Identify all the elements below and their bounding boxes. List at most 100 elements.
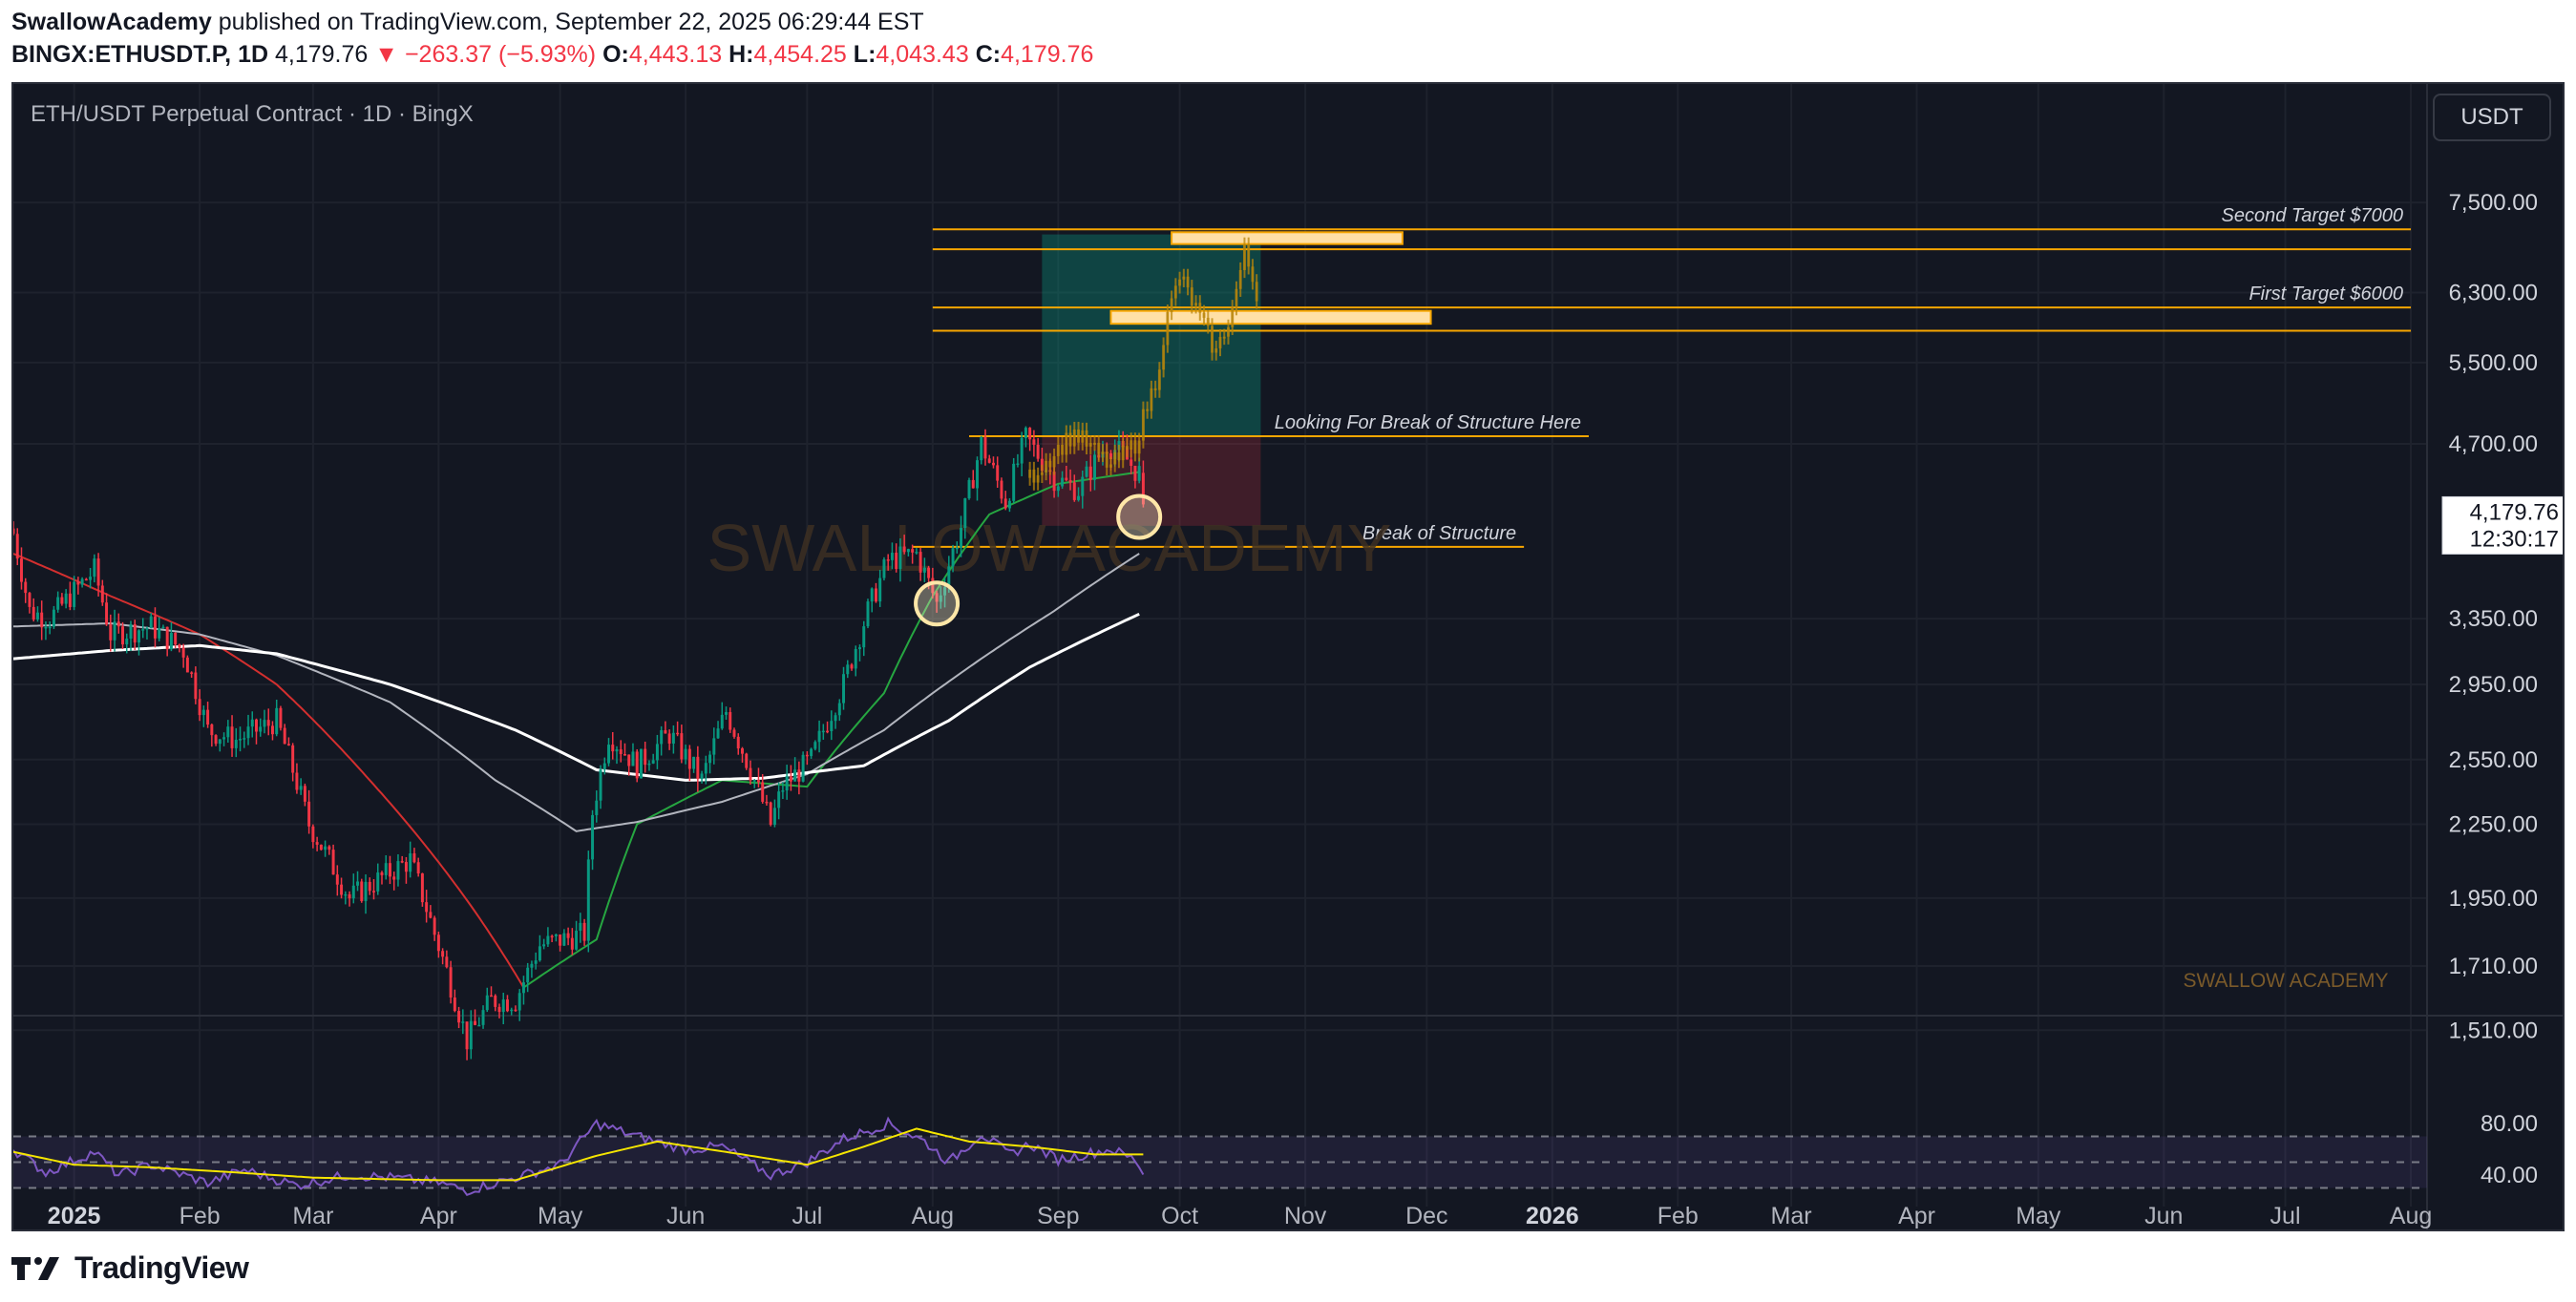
candle-body	[376, 872, 380, 892]
last-price: 4,179.76	[274, 41, 369, 68]
candle-body	[360, 881, 364, 901]
candle-body	[741, 748, 744, 754]
candle-body	[1088, 466, 1092, 480]
projection-bar	[1117, 452, 1121, 461]
candle-body	[396, 861, 400, 880]
candle-body	[599, 769, 602, 801]
highlight-circle	[914, 580, 961, 627]
candle-body	[510, 1009, 514, 1012]
candle-body	[960, 528, 963, 548]
candle-body	[570, 937, 574, 950]
projection-bar	[1125, 445, 1129, 450]
moving-average-line	[13, 612, 1140, 782]
projection-bar	[1088, 443, 1092, 447]
candle-body	[335, 874, 339, 885]
projection-bar	[1226, 326, 1230, 337]
price-tick-label: 5,500.00	[2449, 350, 2538, 376]
candle-body	[514, 1009, 517, 1012]
candle-body	[692, 756, 696, 769]
time-tick-label: Jun	[2144, 1203, 2183, 1229]
candle-body	[327, 846, 331, 850]
candle-body	[595, 800, 599, 815]
candle-body	[821, 730, 825, 733]
candle-body	[13, 528, 15, 535]
projection-bar	[1097, 442, 1101, 454]
projection-bar	[1251, 266, 1255, 283]
candle-body	[521, 982, 525, 994]
candle-body	[696, 756, 700, 780]
symbol-label: BINGX:ETHUSDT.P, 1D	[11, 41, 269, 68]
projection-bar	[1137, 440, 1141, 454]
candle-body	[165, 626, 169, 650]
candle-body	[497, 1006, 501, 1013]
candle-body	[412, 853, 416, 863]
candle-body	[752, 780, 756, 782]
candle-body	[660, 730, 664, 745]
rsi-layer	[13, 1116, 2427, 1196]
candle-body	[185, 657, 189, 673]
candle-body	[772, 808, 776, 825]
tradingview-footer[interactable]: TradingView	[11, 1250, 249, 1285]
candle-body	[830, 721, 834, 732]
projection-bar	[1202, 312, 1206, 318]
candle-body	[805, 754, 809, 757]
projection-bar	[1141, 409, 1145, 441]
chart-header: SwallowAcademy published on TradingView.…	[11, 6, 1093, 71]
candle-body	[1068, 479, 1072, 483]
candle-body	[364, 881, 368, 901]
candle-body	[319, 844, 323, 850]
candle-body	[810, 748, 813, 757]
candle-body	[129, 624, 133, 639]
candle-body	[145, 627, 149, 630]
candle-body	[627, 754, 631, 766]
candle-body	[898, 546, 902, 570]
candle-body	[902, 546, 906, 553]
candle-body	[575, 931, 579, 950]
candle-body	[250, 719, 254, 727]
candle-body	[1072, 482, 1076, 500]
candle-body	[765, 801, 769, 804]
candle-body	[469, 1020, 473, 1050]
candle-body	[246, 726, 250, 739]
candle-body	[295, 772, 299, 790]
time-tick-label: Oct	[1161, 1203, 1198, 1229]
projection-bar	[1211, 326, 1214, 353]
candle-body	[109, 624, 113, 640]
candle-body	[789, 776, 792, 782]
candle-body	[263, 720, 266, 727]
candle-body	[453, 998, 456, 1012]
candle-body	[133, 624, 137, 643]
candle-body	[1061, 477, 1065, 487]
candle-body	[158, 628, 161, 639]
candle-body	[846, 664, 850, 675]
candle-body	[24, 581, 28, 594]
chart-panel[interactable]: Second Target $7000 First Target $6000 Loo…	[11, 82, 2565, 1231]
candle-body	[704, 763, 707, 774]
candle-body	[611, 745, 615, 752]
time-tick-label: Aug	[2390, 1203, 2432, 1229]
projection-bar	[1068, 432, 1072, 447]
currency-button[interactable]: USDT	[2433, 94, 2551, 141]
close-label: C:	[975, 41, 1002, 68]
candle-body	[490, 995, 493, 998]
candle-body	[174, 633, 178, 645]
candle-body	[1012, 463, 1016, 501]
candle-body	[60, 597, 64, 604]
candle-body	[44, 626, 48, 629]
price-chart-svg[interactable]: Second Target $7000 First Target $6000 Loo…	[13, 84, 2565, 1231]
projection-bar	[1093, 442, 1096, 445]
candle-body	[781, 790, 785, 792]
candle-body	[283, 727, 286, 745]
candle-body	[967, 479, 971, 499]
candle-body	[121, 626, 125, 645]
author-name[interactable]: SwallowAcademy	[11, 9, 212, 35]
projection-bar	[1048, 460, 1052, 468]
candle-body	[862, 626, 866, 648]
candle-body	[351, 885, 355, 899]
candle-body	[161, 626, 165, 629]
candle-body	[842, 674, 846, 704]
candle-body	[441, 951, 445, 957]
candle-body	[420, 873, 424, 903]
candle-body	[559, 934, 562, 946]
candle-body	[602, 763, 606, 770]
